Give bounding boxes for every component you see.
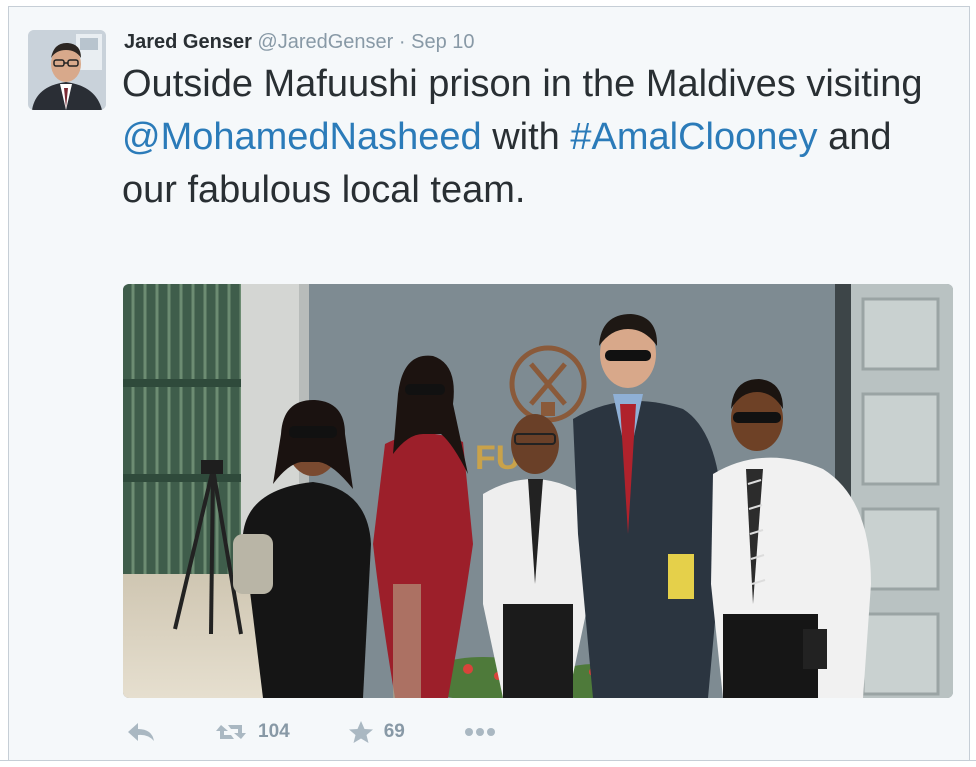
reply-icon xyxy=(128,723,154,741)
tweet-header: Jared Genser @JaredGenser · Sep 10 xyxy=(124,29,475,55)
tweet-actions: 104 69 xyxy=(126,715,555,749)
star-icon xyxy=(348,721,373,743)
favorite-button[interactable]: 69 xyxy=(348,720,405,744)
more-button[interactable] xyxy=(463,726,497,738)
hashtag-link[interactable]: #AmalClooney xyxy=(570,116,817,158)
author-name[interactable]: Jared Genser xyxy=(124,31,252,53)
author-handle[interactable]: @JaredGenser xyxy=(257,31,393,53)
tweet-text: Outside Mafuushi prison in the Maldives … xyxy=(122,58,942,217)
more-dots-icon xyxy=(464,728,495,736)
favorite-count: 69 xyxy=(383,721,405,742)
tweet-date[interactable]: Sep 10 xyxy=(411,31,474,53)
header-separator: · xyxy=(398,31,406,53)
tweet-text-part-1: Outside Mafuushi prison in the Maldives … xyxy=(122,63,923,105)
mention-link[interactable]: @MohamedNasheed xyxy=(122,116,482,158)
tweet-photo[interactable]: FU xyxy=(123,284,953,698)
tweet-text-part-2: with xyxy=(481,116,571,158)
retweet-icon xyxy=(216,725,246,739)
avatar-image xyxy=(28,30,106,110)
retweet-count: 104 xyxy=(258,721,290,742)
avatar[interactable] xyxy=(28,30,106,110)
reply-button[interactable] xyxy=(126,721,156,743)
photo-illustration: FU xyxy=(123,284,953,698)
retweet-button[interactable]: 104 xyxy=(214,721,290,743)
